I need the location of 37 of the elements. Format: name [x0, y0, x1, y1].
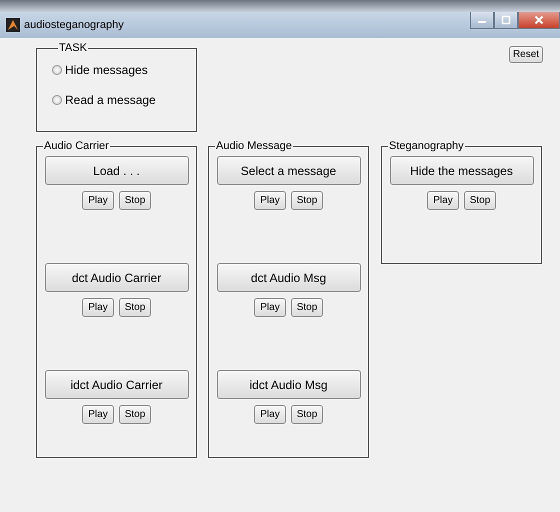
panel-title: TASK — [58, 42, 88, 54]
maximize-button[interactable] — [494, 12, 518, 29]
action-button[interactable]: dct Audio Carrier — [44, 263, 188, 292]
stop-button[interactable]: Stop — [119, 405, 151, 424]
stop-button[interactable]: Stop — [464, 191, 496, 210]
action-button[interactable]: Load . . . — [44, 156, 188, 185]
play-button[interactable]: Play — [254, 191, 286, 210]
stop-button[interactable]: Stop — [119, 298, 151, 317]
stop-button[interactable]: Stop — [291, 405, 323, 424]
play-button[interactable]: Play — [82, 405, 114, 424]
panel-title: Audio Carrier — [43, 140, 110, 152]
reset-button[interactable]: Reset — [509, 46, 543, 63]
radio-button[interactable] — [52, 65, 62, 75]
task-radio-option[interactable]: Hide messages — [52, 62, 196, 78]
task-radio-option[interactable]: Read a message — [52, 92, 196, 108]
action-button[interactable]: dct Audio Msg — [216, 263, 360, 292]
action-button[interactable]: Select a message — [216, 156, 360, 185]
action-button[interactable]: idct Audio Carrier — [44, 370, 188, 399]
window-title: audiosteganography — [24, 19, 124, 31]
play-button[interactable]: Play — [82, 191, 114, 210]
stop-button[interactable]: Stop — [119, 191, 151, 210]
play-button[interactable]: Play — [427, 191, 459, 210]
close-button[interactable] — [518, 12, 560, 29]
panel-title: Audio Message — [215, 140, 293, 152]
play-button[interactable]: Play — [254, 298, 286, 317]
action-button[interactable]: idct Audio Msg — [216, 370, 360, 399]
radio-button[interactable] — [52, 95, 62, 105]
minimize-button[interactable] — [470, 12, 494, 29]
stop-button[interactable]: Stop — [291, 298, 323, 317]
app-logo-icon — [6, 18, 20, 32]
play-button[interactable]: Play — [82, 298, 114, 317]
action-button[interactable]: Hide the messages — [390, 156, 534, 185]
close-icon — [534, 15, 544, 25]
play-button[interactable]: Play — [254, 405, 286, 424]
maximize-icon — [501, 15, 511, 25]
stop-button[interactable]: Stop — [291, 191, 323, 210]
panel-title: Steganography — [388, 140, 465, 152]
